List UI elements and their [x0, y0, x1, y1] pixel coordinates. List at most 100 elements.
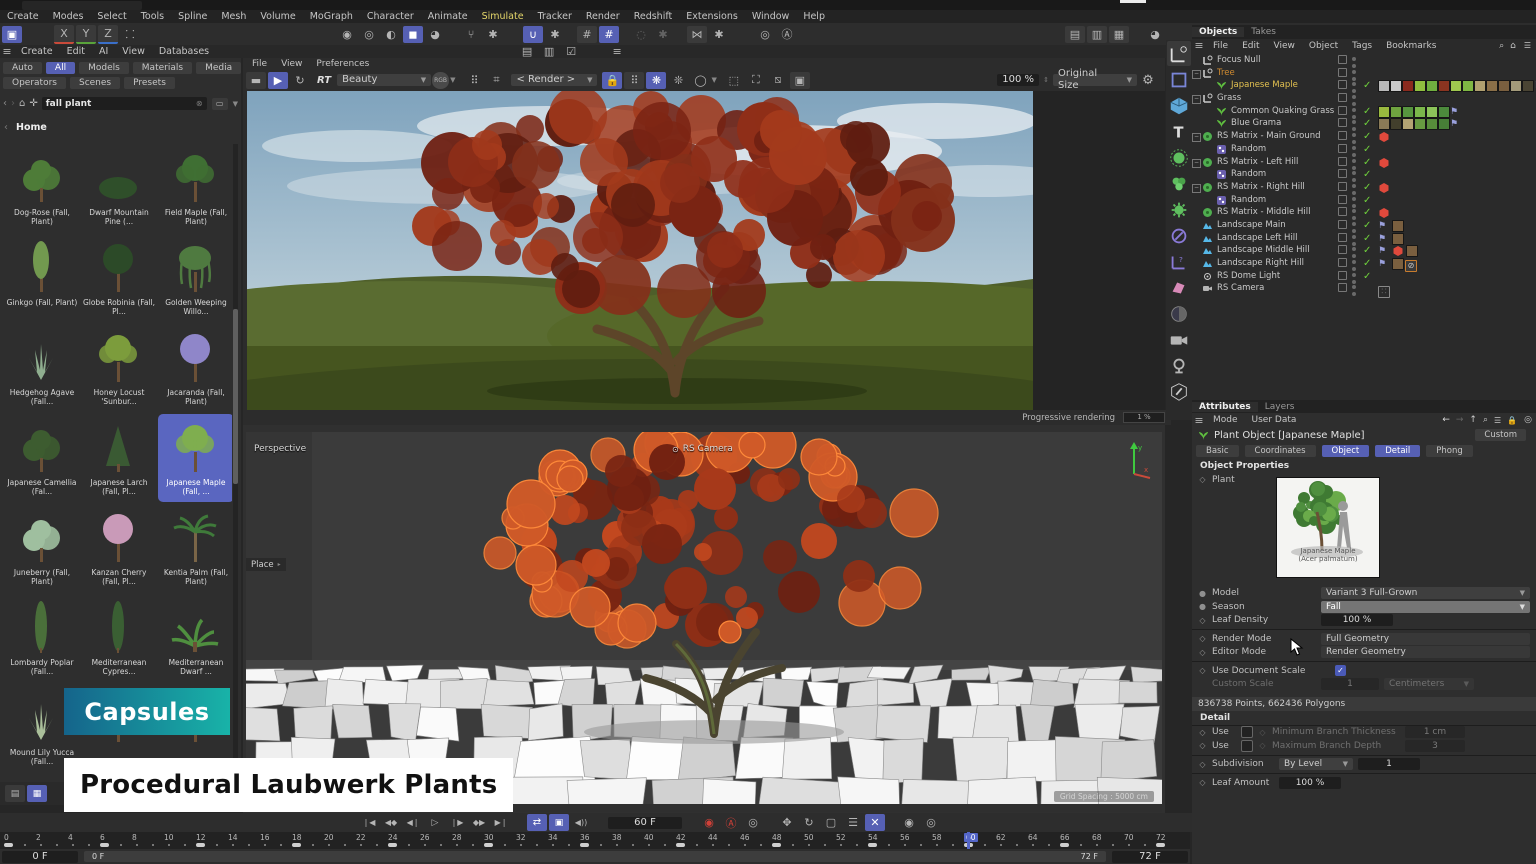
material-swatch[interactable]: [1486, 80, 1498, 92]
layer-square[interactable]: [1338, 118, 1347, 127]
texture-tag[interactable]: [1392, 258, 1404, 270]
layer-square[interactable]: [1338, 195, 1347, 204]
material-swatch[interactable]: [1390, 106, 1402, 118]
object-row[interactable]: Random✓: [1192, 194, 1536, 207]
section-tab-detail[interactable]: Detail: [1375, 445, 1420, 457]
asset-item[interactable]: Mediterranean Dwarf ...: [158, 594, 232, 682]
material-swatch[interactable]: [1426, 118, 1438, 130]
am-lock-icon[interactable]: 🔒: [1507, 416, 1517, 425]
asset-tab-operators[interactable]: Operators: [3, 77, 66, 89]
playhead[interactable]: [967, 832, 970, 849]
rt-menu-preferences[interactable]: Preferences: [309, 59, 376, 69]
material-swatch[interactable]: [1402, 118, 1414, 130]
asset-item[interactable]: Mediterranean Cypres...: [81, 594, 157, 682]
editor-mode-dropdown[interactable]: Render Geometry: [1321, 646, 1530, 658]
goto-start-icon[interactable]: ❘◀: [359, 814, 379, 831]
document-scale-checkbox[interactable]: ✓: [1335, 665, 1346, 676]
object-row[interactable]: Random✓: [1192, 143, 1536, 156]
view-list-icon[interactable]: ▤: [5, 785, 25, 802]
object-label[interactable]: Blue Grama: [1231, 117, 1281, 130]
text-type-icon[interactable]: T: [1167, 119, 1191, 144]
snap-radius-icon[interactable]: ◌: [631, 26, 651, 43]
snap-radius-settings-icon[interactable]: ✱: [653, 26, 673, 43]
workplane-icon[interactable]: ⸬: [120, 26, 140, 43]
layer-square[interactable]: [1338, 80, 1347, 89]
material-swatch[interactable]: [1402, 80, 1414, 92]
quantize-grid-icon[interactable]: #: [599, 26, 619, 43]
layer-square[interactable]: [1338, 220, 1347, 229]
material-swatch[interactable]: [1438, 106, 1450, 118]
camera-label[interactable]: ⊙ RS Camera: [672, 444, 733, 454]
layer-square[interactable]: [1338, 207, 1347, 216]
render-mode-dropdown[interactable]: Full Geometry: [1321, 633, 1530, 645]
range-start-field[interactable]: 0 F: [2, 851, 78, 863]
asset-tab-materials[interactable]: Materials: [133, 62, 192, 74]
asset-item[interactable]: Japanese Larch (Fall, Pl...: [81, 414, 157, 502]
redhex-tag[interactable]: [1392, 245, 1404, 257]
zoom-value-field[interactable]: 100 %: [997, 74, 1039, 86]
browser-menu-edit[interactable]: Edit: [60, 46, 92, 57]
layer-square[interactable]: [1338, 245, 1347, 254]
current-frame-field[interactable]: 60 F: [608, 817, 682, 829]
texture-tag[interactable]: [1392, 220, 1404, 232]
object-row[interactable]: RS Matrix - Middle Hill✓: [1192, 206, 1536, 219]
hierarchy-settings-icon[interactable]: ✱: [483, 26, 503, 43]
menu-extensions[interactable]: Extensions: [679, 11, 745, 22]
custom-scale-field[interactable]: 1: [1321, 678, 1379, 690]
range-end-field[interactable]: 72 F: [1112, 851, 1188, 863]
texture-tag[interactable]: [1406, 245, 1418, 257]
browser-menu-create[interactable]: Create: [14, 46, 60, 57]
section-tab-object[interactable]: Object: [1322, 445, 1370, 457]
am-search-icon[interactable]: ⌕: [1483, 415, 1488, 425]
menu-tools[interactable]: Tools: [134, 11, 171, 22]
render-dropdown[interactable]: < Render >▼: [511, 74, 597, 86]
menu-modes[interactable]: Modes: [46, 11, 91, 22]
play-render-icon[interactable]: ▶: [268, 72, 288, 89]
material-swatch[interactable]: [1498, 80, 1510, 92]
material-swatch[interactable]: [1510, 80, 1522, 92]
camera-tool-icon[interactable]: [1167, 327, 1191, 352]
custom-scale-unit-dropdown[interactable]: Centimeters▼: [1384, 678, 1474, 690]
object-label[interactable]: RS Matrix - Main Ground: [1217, 130, 1321, 143]
browser-menu-view[interactable]: View: [115, 46, 152, 57]
material-swatch[interactable]: [1390, 80, 1402, 92]
object-row[interactable]: −Tree: [1192, 67, 1536, 80]
record-pla-icon[interactable]: ✕: [865, 814, 885, 831]
mode-menu[interactable]: Mode: [1206, 415, 1245, 425]
database-icon[interactable]: ▭: [212, 98, 228, 110]
browser-menu-ai[interactable]: AI: [92, 46, 115, 57]
search-options-icon[interactable]: ▼: [233, 100, 238, 108]
menu-redshift[interactable]: Redshift: [627, 11, 680, 22]
am-menu-icon[interactable]: ≡: [1193, 412, 1205, 429]
diagonal-compare-icon[interactable]: ⧅: [768, 72, 788, 89]
leaf-density-field[interactable]: 100 %: [1321, 614, 1393, 626]
material-swatch[interactable]: [1414, 118, 1426, 130]
section-tab-basic[interactable]: Basic: [1196, 445, 1239, 457]
redhex-tag[interactable]: [1378, 157, 1390, 169]
symmetry-settings-icon[interactable]: ✱: [709, 26, 729, 43]
plant-thumbnail[interactable]: Japanese Maple (Acer palmatum): [1276, 477, 1380, 578]
section-tab-coordinates[interactable]: Coordinates: [1245, 445, 1316, 457]
asset-tab-media[interactable]: Media: [196, 62, 241, 74]
material-swatch[interactable]: [1522, 80, 1534, 92]
am-up-icon[interactable]: ↑: [1469, 415, 1477, 425]
torus-icon[interactable]: ◎: [755, 26, 775, 43]
window-tab[interactable]: [22, 1, 142, 10]
move-axis-icon[interactable]: [1167, 41, 1191, 66]
layer-square[interactable]: [1338, 93, 1347, 102]
layer-square[interactable]: [1338, 271, 1347, 280]
size-dropdown[interactable]: Original Size▼: [1053, 74, 1137, 86]
custom-button[interactable]: Custom: [1475, 429, 1526, 441]
animation-mode-icon[interactable]: ◕: [425, 26, 445, 43]
object-row[interactable]: Common Quaking Grass✓⚑: [1192, 105, 1536, 118]
texture-mode-icon[interactable]: ◐: [381, 26, 401, 43]
material-swatch[interactable]: [1438, 118, 1450, 130]
goto-end-icon[interactable]: ▶❘: [491, 814, 511, 831]
asset-tab-auto[interactable]: Auto: [3, 62, 42, 74]
am-pin-icon[interactable]: ◎: [1524, 415, 1532, 425]
material-swatch[interactable]: [1402, 106, 1414, 118]
object-row[interactable]: −RS Matrix - Left Hill✓: [1192, 156, 1536, 169]
material-swatch[interactable]: [1438, 80, 1450, 92]
render-to-pv-icon[interactable]: ▥: [1087, 26, 1107, 43]
am-forward-icon[interactable]: →: [1456, 415, 1464, 425]
